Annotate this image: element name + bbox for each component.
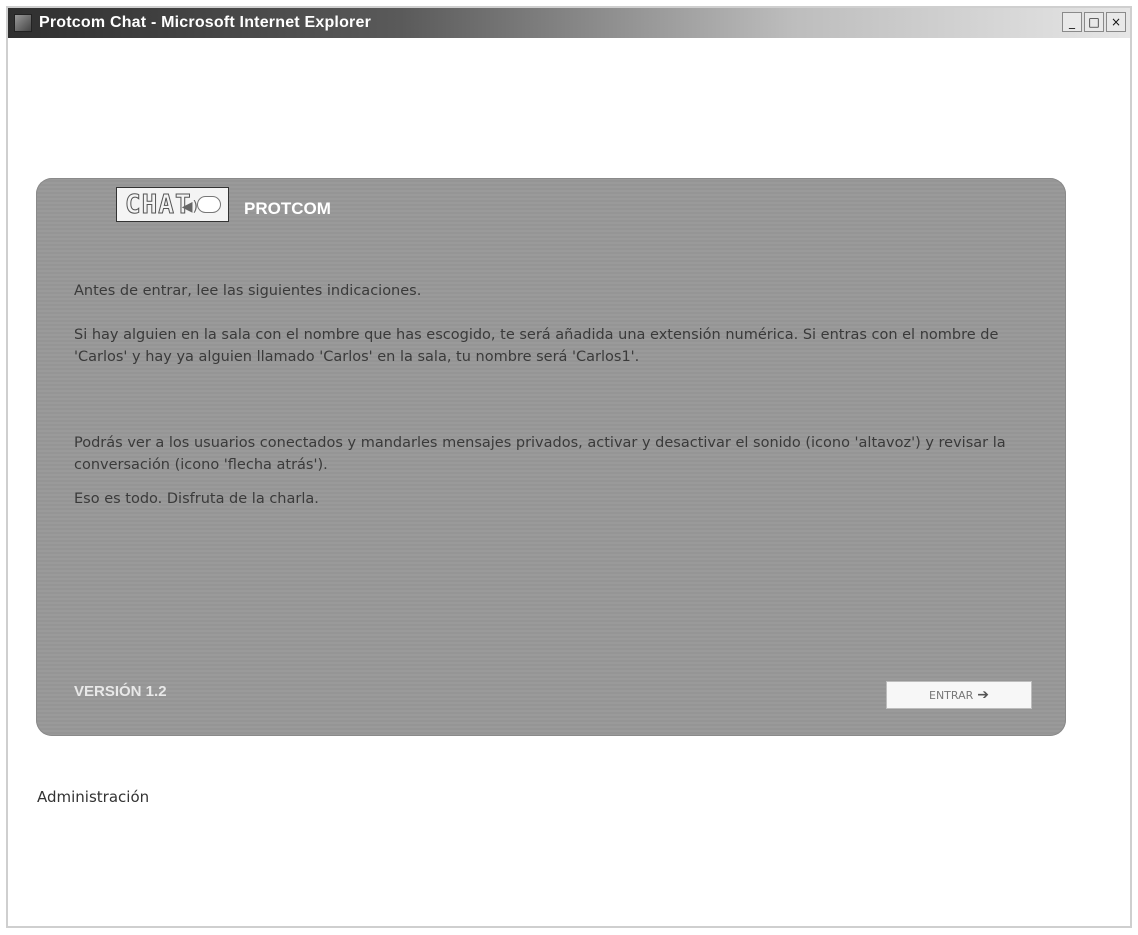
panel-title: PROTCOM bbox=[244, 199, 331, 218]
browser-window: Protcom Chat - Microsoft Internet Explor… bbox=[6, 6, 1132, 928]
chat-welcome-panel: CHAT ◀) PROTCOM Antes de entrar, lee las… bbox=[36, 178, 1066, 736]
minimize-button[interactable]: _ bbox=[1062, 12, 1082, 32]
version-label: VERSIÓN 1.2 bbox=[74, 683, 167, 700]
arrow-right-icon: ➔ bbox=[977, 687, 989, 703]
page-content: CHAT ◀) PROTCOM Antes de entrar, lee las… bbox=[8, 38, 1130, 926]
speech-bubble-icon bbox=[197, 196, 221, 213]
window-title: Protcom Chat - Microsoft Internet Explor… bbox=[39, 14, 371, 31]
chat-logo: CHAT ◀) bbox=[116, 187, 229, 222]
instructions-name-rule: Si hay alguien en la sala con el nombre … bbox=[74, 327, 999, 365]
instructions-intro: Antes de entrar, lee las siguientes indi… bbox=[74, 283, 422, 299]
close-button[interactable]: × bbox=[1106, 12, 1126, 32]
window-controls: _ □ × bbox=[1062, 12, 1126, 32]
administration-link[interactable]: Administración bbox=[37, 788, 149, 806]
ie-icon bbox=[14, 14, 32, 32]
instructions-features: Podrás ver a los usuarios conectados y m… bbox=[74, 435, 1006, 473]
enter-button[interactable]: ENTRAR ➔ bbox=[886, 681, 1032, 709]
maximize-button[interactable]: □ bbox=[1084, 12, 1104, 32]
instructions-closing: Eso es todo. Disfruta de la charla. bbox=[74, 491, 319, 507]
speaker-icon: ◀) bbox=[181, 199, 198, 215]
enter-button-label: ENTRAR bbox=[929, 688, 974, 702]
title-bar[interactable]: Protcom Chat - Microsoft Internet Explor… bbox=[8, 8, 1130, 38]
